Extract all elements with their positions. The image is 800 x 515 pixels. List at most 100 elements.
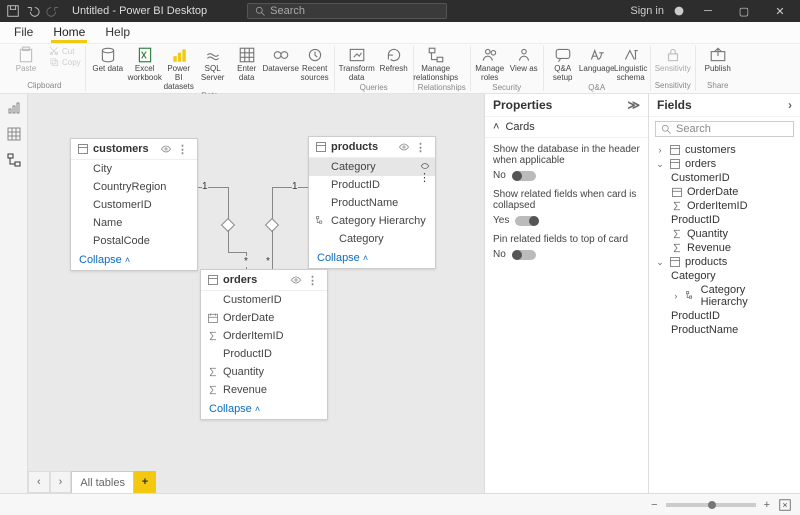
field-row[interactable]: ProductID bbox=[201, 345, 327, 363]
tree-node-orders[interactable]: ⌄orders bbox=[653, 157, 796, 171]
field-row[interactable]: Category ⋮ bbox=[309, 158, 435, 176]
toggle-switch[interactable] bbox=[512, 250, 536, 260]
close-button[interactable]: ✕ bbox=[766, 1, 794, 21]
field-row[interactable]: Category bbox=[309, 230, 435, 248]
field-row[interactable]: CountryRegion bbox=[71, 178, 197, 196]
eye-icon[interactable] bbox=[419, 161, 431, 171]
tab-home[interactable]: Home bbox=[43, 22, 95, 43]
collapse-link[interactable]: Collapse ˄ bbox=[71, 250, 197, 270]
field-row[interactable]: OrderItemID bbox=[201, 327, 327, 345]
field-row[interactable]: CustomerID bbox=[71, 196, 197, 214]
group-security: Security bbox=[475, 83, 539, 93]
tree-node-customers[interactable]: ›customers bbox=[653, 143, 796, 157]
panel-title: Fields bbox=[657, 98, 692, 112]
field-row[interactable]: ProductName bbox=[309, 194, 435, 212]
view-as-button[interactable]: View as bbox=[509, 46, 539, 74]
search-placeholder: Search bbox=[270, 5, 305, 17]
table-card-orders[interactable]: orders⋮ CustomerID OrderDate OrderItemID… bbox=[200, 269, 328, 420]
recent-sources-button[interactable]: Recent sources bbox=[300, 46, 330, 83]
field-row[interactable]: OrderDate bbox=[201, 309, 327, 327]
dataverse-button[interactable]: Dataverse bbox=[266, 46, 296, 74]
relationship-line[interactable] bbox=[272, 230, 273, 269]
report-view-icon[interactable] bbox=[6, 100, 22, 116]
field-row[interactable]: Quantity bbox=[201, 363, 327, 381]
tree-field[interactable]: OrderDate bbox=[653, 185, 796, 199]
eye-icon[interactable] bbox=[289, 274, 303, 286]
pbi-datasets-button[interactable]: Power BI datasets bbox=[164, 46, 194, 91]
model-view-icon[interactable] bbox=[6, 152, 22, 168]
field-row[interactable]: Category Hierarchy bbox=[309, 212, 435, 230]
cardinality-one: 1 bbox=[202, 181, 208, 192]
field-row[interactable]: CustomerID bbox=[201, 291, 327, 309]
zoom-out-button[interactable]: − bbox=[651, 499, 657, 511]
redo-icon[interactable] bbox=[46, 4, 60, 18]
tree-field[interactable]: OrderItemID bbox=[653, 199, 796, 213]
eye-icon[interactable] bbox=[159, 143, 173, 155]
linguistic-schema-button[interactable]: Linguistic schema bbox=[616, 46, 646, 83]
model-canvas[interactable]: customers⋮ City CountryRegion CustomerID… bbox=[28, 94, 484, 493]
tree-node-products[interactable]: ⌄products bbox=[653, 255, 796, 269]
excel-button[interactable]: Excel workbook bbox=[130, 46, 160, 83]
minimize-button[interactable]: ─ bbox=[694, 1, 722, 21]
signin-label[interactable]: Sign in bbox=[630, 5, 664, 17]
fit-to-page-icon[interactable] bbox=[778, 498, 792, 512]
page-prev-button[interactable]: ‹ bbox=[28, 471, 50, 493]
zoom-slider[interactable] bbox=[666, 503, 756, 507]
titlebar: Untitled - Power BI Desktop Search Sign … bbox=[0, 0, 800, 22]
undo-icon[interactable] bbox=[26, 4, 40, 18]
field-row[interactable]: ProductID bbox=[309, 176, 435, 194]
relationship-line[interactable] bbox=[272, 187, 290, 188]
eye-icon[interactable] bbox=[397, 141, 411, 153]
more-icon[interactable]: ⋮ bbox=[177, 143, 191, 155]
field-row[interactable]: Revenue bbox=[201, 381, 327, 399]
tree-field[interactable]: Quantity bbox=[653, 227, 796, 241]
global-search-input[interactable]: Search bbox=[247, 3, 447, 19]
collapse-panel-icon[interactable]: ≫ bbox=[627, 98, 640, 112]
relationship-line[interactable] bbox=[228, 230, 229, 252]
page-tab-all-tables[interactable]: All tables bbox=[71, 471, 134, 493]
toggle-switch[interactable] bbox=[512, 171, 536, 181]
more-icon[interactable]: ⋮ bbox=[307, 274, 321, 286]
chevron-up-icon[interactable]: ˄ bbox=[493, 121, 499, 133]
manage-relationships-button[interactable]: Manage relationships bbox=[418, 46, 454, 83]
enter-data-button[interactable]: Enter data bbox=[232, 46, 262, 83]
field-row[interactable]: PostalCode bbox=[71, 232, 197, 250]
sql-server-button[interactable]: SQL Server bbox=[198, 46, 228, 83]
tree-field[interactable]: ›Category Hierarchy bbox=[653, 283, 796, 309]
language-button[interactable]: Language bbox=[582, 46, 612, 74]
table-card-products[interactable]: products⋮ Category ⋮ ProductID ProductNa… bbox=[308, 136, 436, 269]
account-icon[interactable] bbox=[672, 4, 686, 18]
collapse-panel-icon[interactable]: › bbox=[788, 98, 792, 112]
field-row[interactable]: City bbox=[71, 160, 197, 178]
relationship-line[interactable] bbox=[228, 252, 246, 253]
table-card-customers[interactable]: customers⋮ City CountryRegion CustomerID… bbox=[70, 138, 198, 271]
collapse-link[interactable]: Collapse ˄ bbox=[309, 248, 435, 268]
page-next-button[interactable]: › bbox=[50, 471, 72, 493]
qna-setup-button[interactable]: Q&A setup bbox=[548, 46, 578, 83]
publish-button[interactable]: Publish bbox=[700, 46, 736, 74]
get-data-button[interactable]: Get data bbox=[90, 46, 126, 74]
zoom-in-button[interactable]: + bbox=[764, 499, 770, 511]
field-row[interactable]: Name bbox=[71, 214, 197, 232]
table-view-icon[interactable] bbox=[6, 126, 22, 142]
maximize-button[interactable]: ▢ bbox=[730, 1, 758, 21]
collapse-link[interactable]: Collapse ˄ bbox=[201, 399, 327, 419]
add-page-button[interactable]: + bbox=[134, 471, 156, 493]
tree-field[interactable]: ProductName bbox=[653, 323, 796, 337]
prop-show-related: Show related fields when card is collaps… bbox=[485, 183, 648, 228]
tree-field[interactable]: ProductID bbox=[653, 309, 796, 323]
tree-field[interactable]: Revenue bbox=[653, 241, 796, 255]
manage-roles-button[interactable]: Manage roles bbox=[475, 46, 505, 83]
tab-help[interactable]: Help bbox=[95, 22, 140, 43]
save-icon[interactable] bbox=[6, 4, 20, 18]
refresh-button[interactable]: Refresh bbox=[379, 46, 409, 74]
toggle-switch[interactable] bbox=[515, 216, 539, 226]
tree-field[interactable]: CustomerID bbox=[653, 171, 796, 185]
sigma-icon bbox=[207, 366, 219, 378]
tree-field[interactable]: Category bbox=[653, 269, 796, 283]
fields-search-input[interactable]: Search bbox=[655, 121, 794, 137]
transform-data-button[interactable]: Transform data bbox=[339, 46, 375, 83]
tree-field[interactable]: ProductID bbox=[653, 213, 796, 227]
more-icon[interactable]: ⋮ bbox=[415, 141, 429, 153]
tab-file[interactable]: File bbox=[4, 22, 43, 43]
